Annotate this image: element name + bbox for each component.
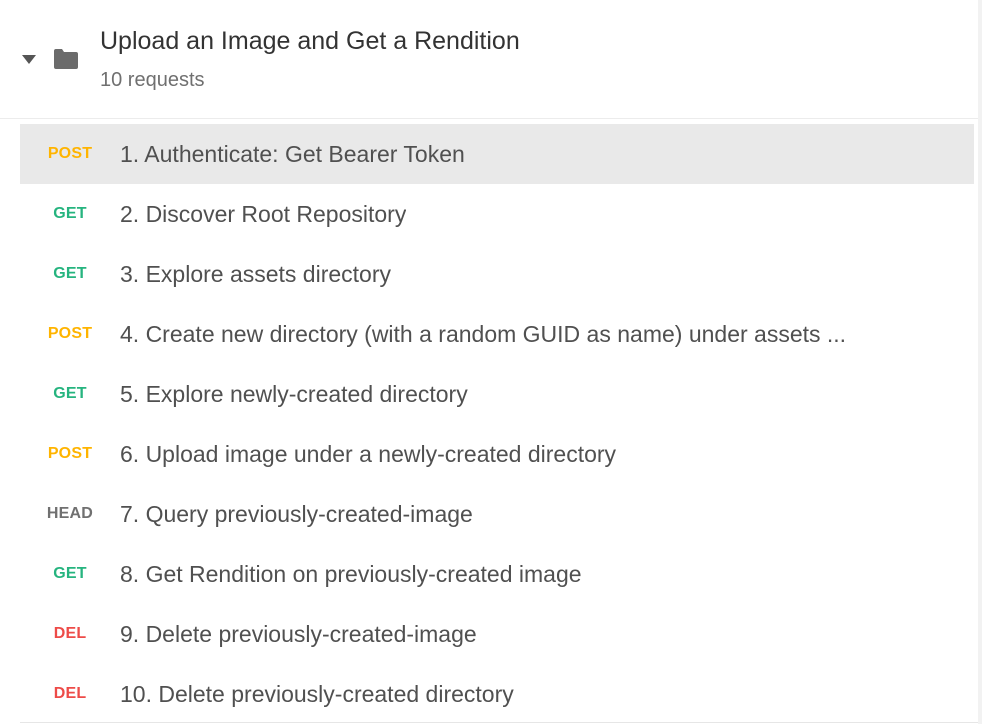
request-item[interactable]: DEL 9. Delete previously-created-image bbox=[20, 604, 974, 664]
collection-request-count: 10 requests bbox=[100, 69, 205, 91]
request-name: 7. Query previously-created-image bbox=[120, 501, 473, 527]
caret-down-icon[interactable] bbox=[22, 55, 36, 64]
request-item[interactable]: GET 2. Discover Root Repository bbox=[20, 184, 974, 244]
request-item[interactable]: GET 8. Get Rendition on previously-creat… bbox=[20, 544, 974, 604]
method-badge: GET bbox=[53, 565, 87, 582]
method-badge: DEL bbox=[53, 625, 87, 642]
method-badge: POST bbox=[47, 145, 93, 162]
request-name: 9. Delete previously-created-image bbox=[120, 621, 477, 647]
request-item[interactable]: GET 3. Explore assets directory bbox=[20, 244, 974, 304]
method-badge: GET bbox=[53, 205, 87, 222]
collection-title: Upload an Image and Get a Rendition bbox=[100, 27, 520, 55]
method-badge: POST bbox=[47, 445, 93, 462]
request-name: 1. Authenticate: Get Bearer Token bbox=[120, 141, 465, 167]
request-item[interactable]: POST 4. Create new directory (with a ran… bbox=[20, 304, 974, 364]
list-bottom-divider bbox=[20, 722, 978, 723]
request-name: 6. Upload image under a newly-created di… bbox=[120, 441, 617, 467]
request-item[interactable]: POST 1. Authenticate: Get Bearer Token bbox=[20, 124, 974, 184]
request-name: 2. Discover Root Repository bbox=[120, 201, 407, 227]
request-name: 5. Explore newly-created directory bbox=[120, 381, 468, 407]
collection-sidebar: Upload an Image and Get a Rendition 10 r… bbox=[0, 0, 979, 724]
request-item[interactable]: GET 5. Explore newly-created directory bbox=[20, 364, 974, 424]
scrollbar-track[interactable] bbox=[978, 0, 982, 724]
folder-icon bbox=[54, 49, 78, 69]
request-name: 10. Delete previously-created directory bbox=[120, 681, 514, 707]
method-badge: POST bbox=[47, 325, 93, 342]
collection-header[interactable]: Upload an Image and Get a Rendition 10 r… bbox=[0, 0, 978, 119]
request-item[interactable]: POST 6. Upload image under a newly-creat… bbox=[20, 424, 974, 484]
request-name: 3. Explore assets directory bbox=[120, 261, 392, 287]
request-list: POST 1. Authenticate: Get Bearer Token G… bbox=[20, 124, 974, 724]
request-item[interactable]: DEL 10. Delete previously-created direct… bbox=[20, 664, 974, 724]
method-badge: GET bbox=[53, 265, 87, 282]
method-badge: GET bbox=[53, 385, 87, 402]
request-name: 4. Create new directory (with a random G… bbox=[120, 321, 847, 347]
method-badge: DEL bbox=[53, 685, 87, 702]
request-name: 8. Get Rendition on previously-created i… bbox=[120, 561, 582, 587]
method-badge: HEAD bbox=[46, 505, 94, 522]
request-item[interactable]: HEAD 7. Query previously-created-image bbox=[20, 484, 974, 544]
